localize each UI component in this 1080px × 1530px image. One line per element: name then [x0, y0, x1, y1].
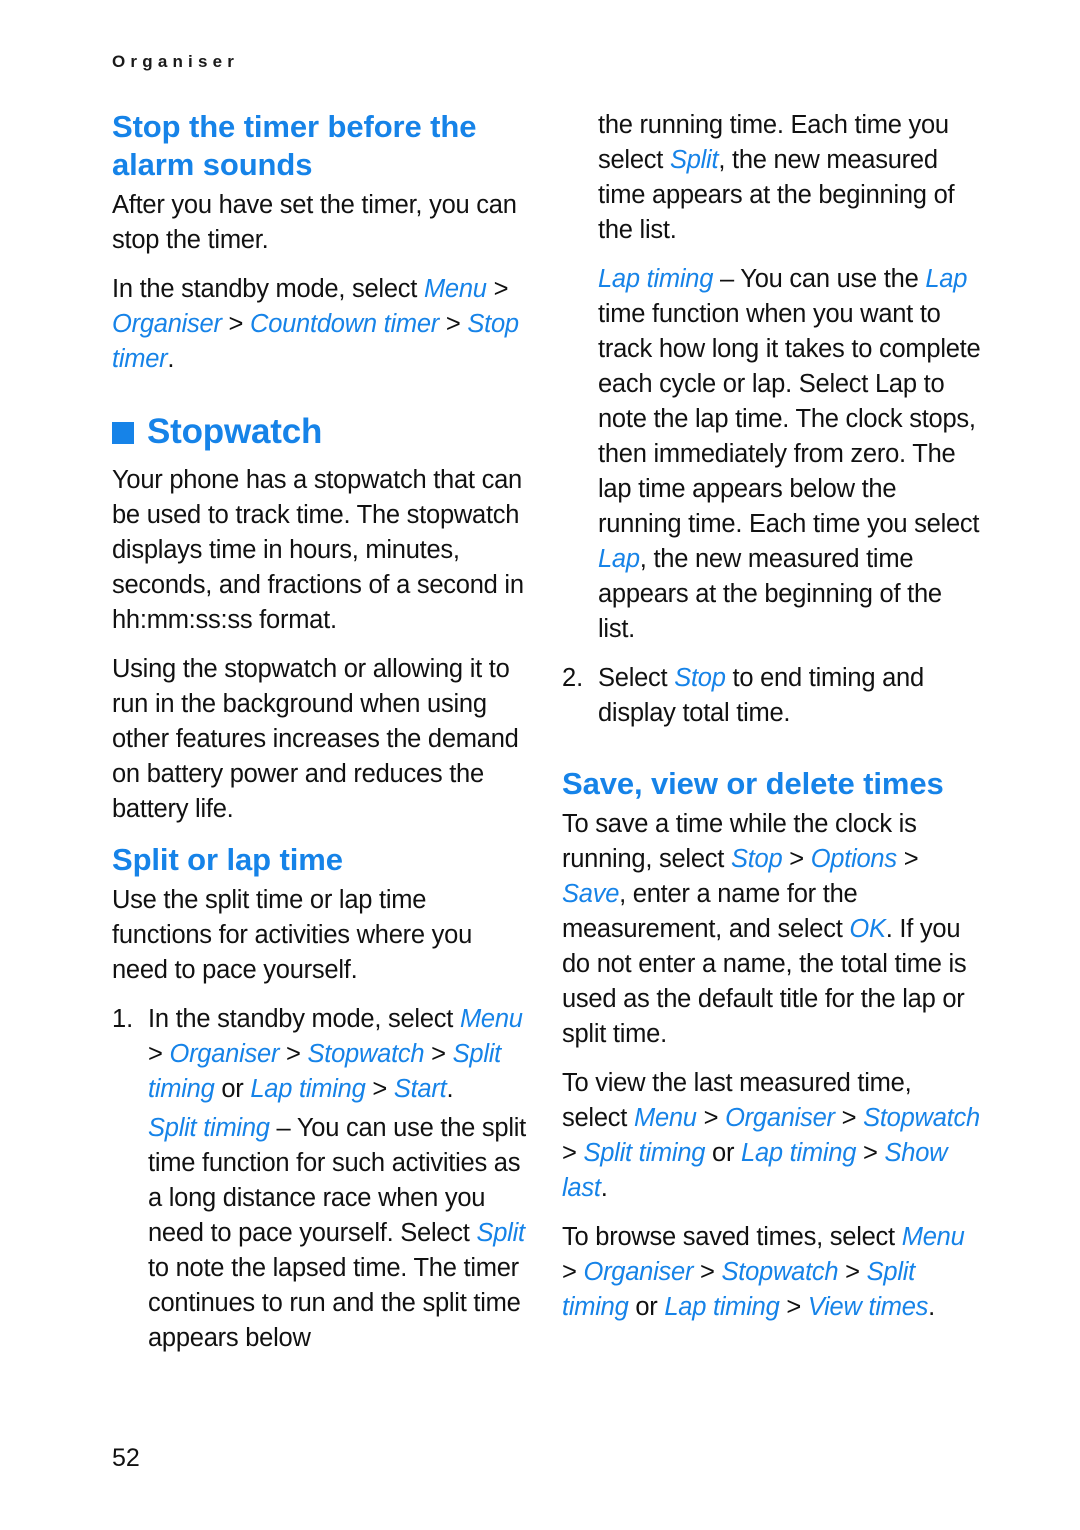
- ui-label-split: Split: [669, 146, 719, 174]
- paragraph-lap-timing-definition: Lap timing – You can use the Lap time fu…: [598, 262, 982, 647]
- text-lead: Select: [598, 664, 675, 692]
- menu-path-separator: >: [782, 845, 811, 873]
- paragraph-after-you-have-set: After you have set the timer, you can st…: [112, 191, 517, 254]
- paragraph-to-view-last-measured-time: To view the last measured time, select M…: [562, 1066, 982, 1206]
- two-column-body: Stop the timer before the alarm sounds A…: [0, 108, 1080, 1408]
- menu-path-lap-timing: Lap timing: [741, 1139, 857, 1167]
- menu-path-separator: >: [439, 310, 468, 338]
- menu-path-separator: >: [696, 1104, 726, 1132]
- list-item-2: 2. Select Stop to end timing and display…: [562, 661, 982, 731]
- menu-path-separator: >: [148, 1040, 170, 1068]
- menu-path-stopwatch: Stopwatch: [721, 1258, 839, 1286]
- menu-path-stopwatch: Stopwatch: [863, 1104, 980, 1132]
- right-column: the running time. Each time you select S…: [562, 108, 982, 1339]
- ui-label-ok: OK: [849, 915, 886, 943]
- menu-path-lap-timing: Lap timing: [250, 1075, 366, 1103]
- menu-path-separator: >: [779, 1293, 808, 1321]
- list-item-1: 1. In the standby mode, select Menu > Or…: [112, 1002, 532, 1107]
- text-browse-1: To browse saved times, select: [562, 1223, 902, 1251]
- menu-path-separator: >: [693, 1258, 722, 1286]
- paragraph-to-browse-saved-times: To browse saved times, select Menu > Org…: [562, 1220, 982, 1325]
- heading-stop-the-timer: Stop the timer before the alarm sounds: [112, 109, 477, 182]
- document-page: Organiser Stop the timer before the alar…: [0, 0, 1080, 1530]
- list-item-number: 1.: [112, 1005, 134, 1033]
- list-item-body: Select Stop to end timing and display to…: [598, 664, 924, 727]
- menu-path-organiser: Organiser: [112, 310, 222, 338]
- ui-label-save: Save: [562, 880, 620, 908]
- paragraph-split-timing-continued: the running time. Each time you select S…: [598, 108, 982, 248]
- text-body-3: , the new measured time appears at the b…: [598, 545, 942, 643]
- menu-path-menu: Menu: [423, 275, 487, 303]
- menu-path-separator: >: [562, 1258, 584, 1286]
- text-or: or: [628, 1293, 665, 1321]
- menu-path-menu: Menu: [633, 1104, 697, 1132]
- menu-path-start: Start: [393, 1075, 447, 1103]
- menu-path-lap-timing: Lap timing: [664, 1293, 780, 1321]
- ui-label-options: Options: [810, 845, 897, 873]
- list-item-body: In the standby mode, select Menu > Organ…: [148, 1005, 523, 1103]
- ui-label-lap: Lap: [925, 265, 968, 293]
- menu-path-menu: Menu: [459, 1005, 523, 1033]
- ui-label-stop: Stop: [730, 845, 783, 873]
- menu-path-separator: >: [221, 310, 251, 338]
- text-lead: In the standby mode, select: [112, 275, 424, 303]
- text-or: or: [705, 1139, 742, 1167]
- menu-path-menu: Menu: [901, 1223, 965, 1251]
- menu-path-separator: >: [424, 1040, 453, 1068]
- term-lap-timing: Lap timing: [598, 265, 714, 293]
- chapter-heading-stopwatch: Stopwatch: [112, 411, 532, 453]
- heading-save-view-or-delete-times: Save, view or delete times: [562, 766, 944, 801]
- menu-path-separator: >: [896, 845, 919, 873]
- menu-path-separator: >: [562, 1139, 584, 1167]
- paragraph-to-save-a-time: To save a time while the clock is runnin…: [562, 807, 982, 1052]
- em-dash: –: [713, 265, 741, 293]
- text-end: .: [167, 345, 175, 373]
- text-body-1: You can use the: [740, 265, 926, 293]
- ui-label-stop: Stop: [674, 664, 726, 692]
- menu-path-organiser: Organiser: [725, 1104, 835, 1132]
- left-column: Stop the timer before the alarm sounds A…: [112, 108, 532, 1370]
- term-split-timing: Split timing: [148, 1114, 270, 1142]
- page-number: 52: [112, 1444, 140, 1472]
- square-bullet-icon: [112, 422, 134, 444]
- paragraph-split-timing-definition: Split timing – You can use the split tim…: [148, 1111, 532, 1356]
- menu-path-split-timing: Split timing: [583, 1139, 706, 1167]
- text-end: .: [600, 1174, 608, 1202]
- em-dash: –: [269, 1114, 297, 1142]
- running-header: Organiser: [112, 52, 240, 71]
- menu-path-separator: >: [856, 1139, 885, 1167]
- text-body-2: to note the lapsed time. The timer conti…: [148, 1254, 521, 1352]
- menu-path-separator: >: [486, 275, 509, 303]
- text-end: .: [446, 1075, 454, 1103]
- menu-path-separator: >: [279, 1040, 308, 1068]
- menu-path-organiser: Organiser: [169, 1040, 280, 1068]
- menu-path-separator: >: [838, 1258, 867, 1286]
- text-body-2: time function when you want to track how…: [598, 300, 981, 538]
- menu-path-countdown-timer: Countdown timer: [250, 310, 440, 338]
- ui-label-split: Split: [476, 1219, 525, 1247]
- menu-path-stopwatch: Stopwatch: [307, 1040, 425, 1068]
- heading-split-or-lap-time: Split or lap time: [112, 842, 343, 877]
- menu-path-separator: >: [365, 1075, 394, 1103]
- list-item-number: 2.: [562, 664, 584, 692]
- text-lead: In the standby mode, select: [148, 1005, 460, 1033]
- text-end: .: [928, 1293, 936, 1321]
- ui-label-lap-2: Lap: [598, 545, 640, 573]
- paragraph-use-the-split-time: Use the split time or lap time functions…: [112, 886, 473, 984]
- menu-path-separator: >: [834, 1104, 864, 1132]
- paragraph-using-the-stopwatch: Using the stopwatch or allowing it to ru…: [112, 655, 519, 823]
- menu-path-view-times: View times: [807, 1293, 929, 1321]
- paragraph-standby-mode-path: In the standby mode, select Menu > Organ…: [112, 272, 532, 377]
- chapter-heading-label: Stopwatch: [147, 412, 323, 451]
- paragraph-your-phone-has-stopwatch: Your phone has a stopwatch that can be u…: [112, 466, 524, 634]
- text-or: or: [214, 1075, 251, 1103]
- menu-path-organiser: Organiser: [583, 1258, 694, 1286]
